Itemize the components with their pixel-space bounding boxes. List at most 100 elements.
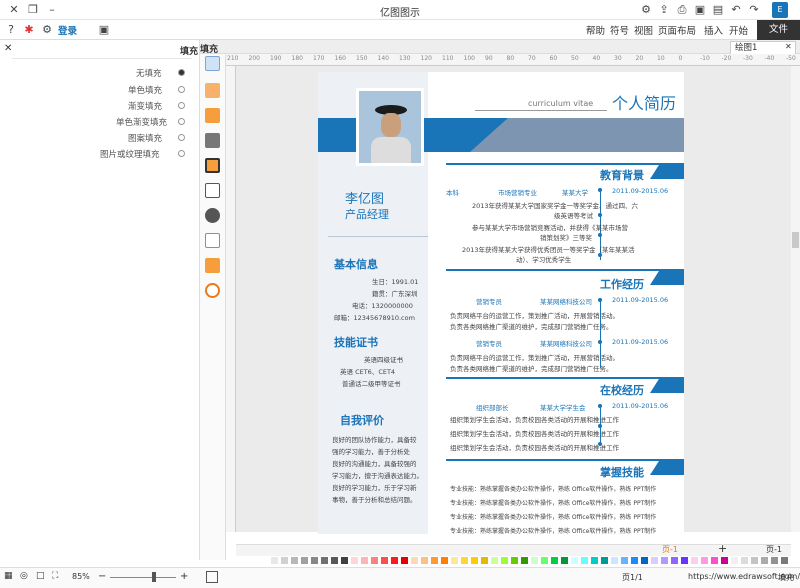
color-swatch[interactable] bbox=[640, 556, 649, 565]
color-swatch[interactable] bbox=[360, 556, 369, 565]
color-swatch[interactable] bbox=[430, 556, 439, 565]
fullscreen-icon[interactable]: ⛶ bbox=[52, 571, 58, 581]
help-tool-icon[interactable] bbox=[205, 283, 220, 298]
tab-close-icon[interactable]: ✕ bbox=[785, 42, 792, 51]
menu-home[interactable]: 开始 bbox=[729, 23, 748, 37]
color-swatch[interactable] bbox=[530, 556, 539, 565]
color-swatch[interactable] bbox=[300, 556, 309, 565]
save-icon[interactable]: ▣ bbox=[692, 2, 708, 18]
vertical-scrollbar[interactable] bbox=[791, 66, 800, 532]
fit-window-icon[interactable]: □ bbox=[36, 571, 45, 581]
color-swatch[interactable] bbox=[760, 556, 769, 565]
color-swatch[interactable] bbox=[470, 556, 479, 565]
color-swatch[interactable] bbox=[550, 556, 559, 565]
color-swatch[interactable] bbox=[350, 556, 359, 565]
color-swatch[interactable] bbox=[440, 556, 449, 565]
menu-symbol[interactable]: 符号 bbox=[610, 23, 629, 37]
scrollbar-thumb[interactable] bbox=[792, 232, 799, 248]
open-icon[interactable]: ▤ bbox=[710, 2, 726, 18]
account-icon[interactable]: ▣ bbox=[96, 22, 112, 38]
fill-option-radio[interactable] bbox=[178, 150, 185, 157]
color-swatch[interactable] bbox=[320, 556, 329, 565]
layer-tool-icon[interactable] bbox=[205, 158, 220, 173]
page-selector[interactable]: 页-1 bbox=[766, 544, 782, 555]
undo-icon[interactable]: ↶ bbox=[728, 2, 744, 18]
color-swatch[interactable] bbox=[380, 556, 389, 565]
zoom-in-icon[interactable]: + bbox=[180, 571, 188, 582]
fill-option-radio[interactable] bbox=[178, 118, 185, 125]
color-swatch[interactable] bbox=[620, 556, 629, 565]
zoom-slider[interactable] bbox=[110, 577, 176, 578]
fill-option-radio[interactable] bbox=[178, 134, 185, 141]
color-swatch[interactable] bbox=[400, 556, 409, 565]
color-swatch[interactable] bbox=[740, 556, 749, 565]
color-swatch[interactable] bbox=[690, 556, 699, 565]
color-swatch[interactable] bbox=[710, 556, 719, 565]
help-icon[interactable]: ? bbox=[3, 22, 19, 38]
color-swatch[interactable] bbox=[560, 556, 569, 565]
menu-help[interactable]: 帮助 bbox=[586, 23, 605, 37]
line-tool-icon[interactable] bbox=[205, 83, 220, 98]
share-icon[interactable]: ⇪ bbox=[656, 2, 672, 18]
add-page-button[interactable]: + bbox=[718, 542, 727, 555]
color-swatch[interactable] bbox=[480, 556, 489, 565]
color-swatch[interactable] bbox=[670, 556, 679, 565]
maximize-icon[interactable]: ❐ bbox=[25, 2, 41, 18]
fit-page-icon[interactable] bbox=[206, 571, 218, 583]
color-swatch[interactable] bbox=[290, 556, 299, 565]
color-swatch[interactable] bbox=[520, 556, 529, 565]
color-swatch[interactable] bbox=[730, 556, 739, 565]
layer-icon[interactable]: ▦ bbox=[4, 571, 13, 581]
menu-insert[interactable]: 插入 bbox=[704, 23, 723, 37]
color-swatch[interactable] bbox=[680, 556, 689, 565]
minimize-icon[interactable]: – bbox=[44, 2, 60, 18]
fill-tool-icon[interactable] bbox=[205, 56, 220, 71]
color-swatch[interactable] bbox=[650, 556, 659, 565]
zoom-out-icon[interactable]: − bbox=[98, 571, 106, 582]
color-swatch[interactable] bbox=[330, 556, 339, 565]
file-menu-button[interactable]: 文件 bbox=[757, 20, 800, 40]
fill-option-radio[interactable] bbox=[178, 102, 185, 109]
focus-icon[interactable]: ◎ bbox=[20, 571, 28, 581]
settings-icon[interactable]: ⚙ bbox=[638, 2, 654, 18]
color-swatch[interactable] bbox=[460, 556, 469, 565]
fill-option-radio[interactable] bbox=[178, 69, 185, 76]
color-swatch[interactable] bbox=[630, 556, 639, 565]
color-swatch[interactable] bbox=[720, 556, 729, 565]
color-swatch[interactable] bbox=[580, 556, 589, 565]
menu-layout[interactable]: 页面布局 bbox=[658, 23, 696, 37]
status-url[interactable]: https://www.edrawsoft.com/cn/ bbox=[688, 572, 800, 581]
current-page-tab[interactable]: 页-1 bbox=[662, 544, 678, 555]
color-swatch[interactable] bbox=[610, 556, 619, 565]
doc-tool-icon[interactable] bbox=[205, 233, 220, 248]
color-swatch[interactable] bbox=[500, 556, 509, 565]
color-swatch[interactable] bbox=[570, 556, 579, 565]
color-swatch[interactable] bbox=[600, 556, 609, 565]
print-icon[interactable]: ⎙ bbox=[674, 2, 690, 18]
color-swatch[interactable] bbox=[280, 556, 289, 565]
shadow-tool-icon[interactable] bbox=[205, 108, 220, 123]
page-tool-icon[interactable] bbox=[205, 183, 220, 198]
globe-tool-icon[interactable] bbox=[205, 208, 220, 223]
close-icon[interactable]: ✕ bbox=[6, 2, 22, 18]
panel-close-icon[interactable]: ✕ bbox=[4, 43, 12, 54]
color-swatch[interactable] bbox=[450, 556, 459, 565]
color-swatch[interactable] bbox=[700, 556, 709, 565]
color-swatch[interactable] bbox=[390, 556, 399, 565]
zoom-slider-handle[interactable] bbox=[152, 572, 156, 582]
color-swatch[interactable] bbox=[490, 556, 499, 565]
color-swatch[interactable] bbox=[270, 556, 279, 565]
color-swatch[interactable] bbox=[780, 556, 789, 565]
login-link[interactable]: 登录 bbox=[58, 23, 77, 37]
image-tool-icon[interactable] bbox=[205, 133, 220, 148]
color-swatch[interactable] bbox=[660, 556, 669, 565]
zoom-level[interactable]: 85% bbox=[72, 572, 90, 581]
fill-option-radio[interactable] bbox=[178, 86, 185, 93]
menu-view[interactable]: 视图 bbox=[634, 23, 653, 37]
comment-tool-icon[interactable] bbox=[205, 258, 220, 273]
theme-icon[interactable]: ✱ bbox=[21, 22, 37, 38]
color-swatch[interactable] bbox=[750, 556, 759, 565]
color-swatch[interactable] bbox=[510, 556, 519, 565]
color-swatch[interactable] bbox=[420, 556, 429, 565]
color-swatch[interactable] bbox=[340, 556, 349, 565]
